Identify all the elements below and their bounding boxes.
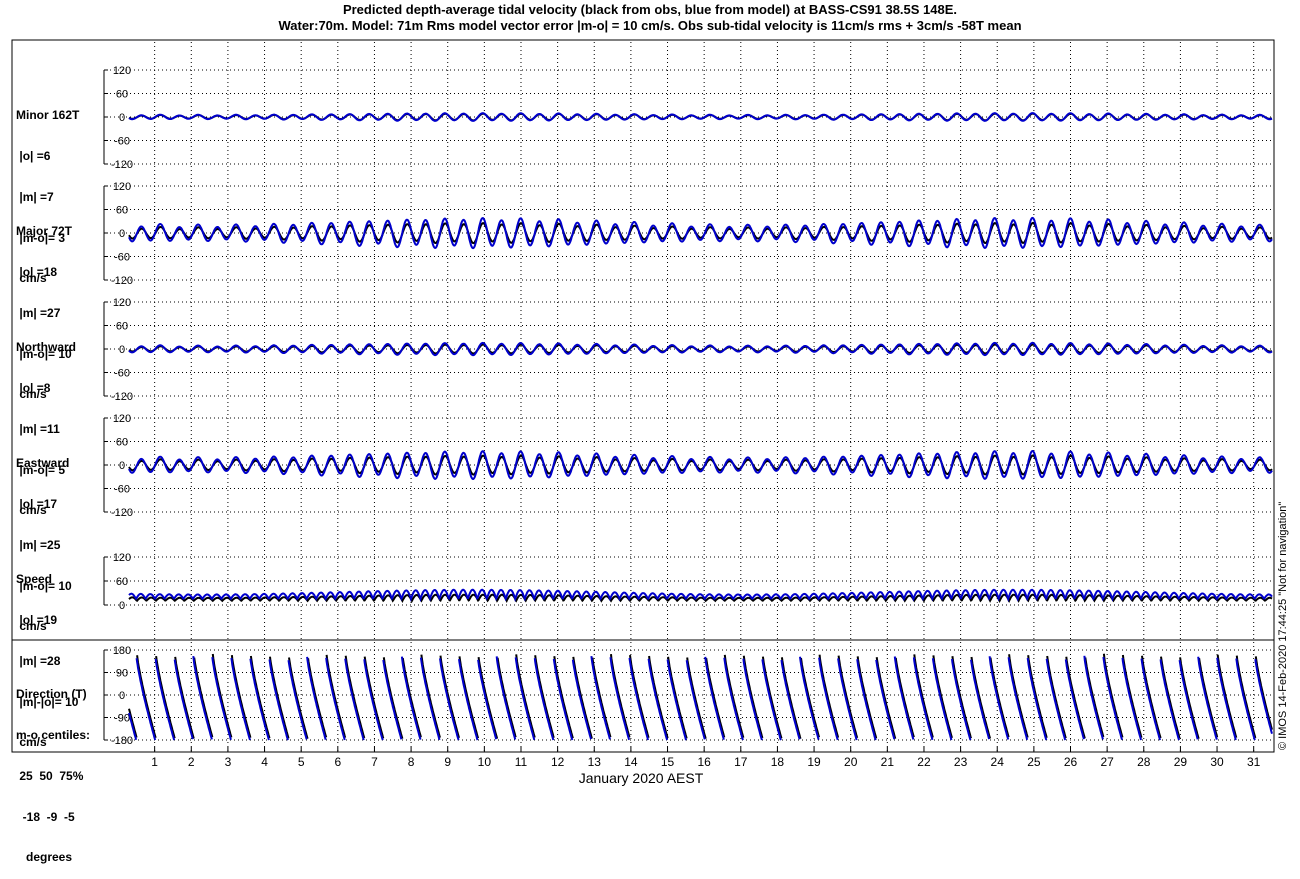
x-tick-label: 3 xyxy=(225,755,232,769)
copyright-notice: © IMOS 14-Feb-2020 17:44:25 "Not for nav… xyxy=(1277,501,1289,750)
y-tick-label: -60 xyxy=(114,252,130,264)
x-tick-label: 28 xyxy=(1137,755,1151,769)
x-tick-label: 29 xyxy=(1174,755,1188,769)
x-axis-label: January 2020 AEST xyxy=(579,770,704,786)
x-tick-label: 19 xyxy=(807,755,821,769)
x-tick-label: 18 xyxy=(771,755,785,769)
y-tick-label: 60 xyxy=(116,437,128,449)
y-tick-label: 120 xyxy=(113,413,131,425)
x-tick-label: 24 xyxy=(991,755,1005,769)
y-tick-label: 120 xyxy=(113,552,131,564)
stats-direction-line: Direction (T) xyxy=(16,687,87,702)
x-tick-label: 14 xyxy=(624,755,638,769)
x-tick-label: 21 xyxy=(881,755,895,769)
y-tick-label: 0 xyxy=(119,228,125,240)
subplot-2: -120 -60 0 60 120 xyxy=(103,181,1273,287)
x-tick-label: 9 xyxy=(444,755,451,769)
y-tick-label: 0 xyxy=(119,600,125,612)
stats-speed-line: |o| =19 xyxy=(16,612,58,627)
stats-speed-line: Speed xyxy=(16,572,53,587)
series-model-line xyxy=(128,655,1273,741)
tidal-velocity-chart: 1 2 3 4 5 6 7 8 9 10 11 12 13 14 15 16 17 18 19 20 21 22 23 24 2… xyxy=(11,39,1275,786)
y-tick-label: 0 xyxy=(119,112,125,124)
y-tick-label: 120 xyxy=(113,181,131,193)
x-tick-label: 27 xyxy=(1100,755,1114,769)
x-tick-label: 31 xyxy=(1247,755,1261,769)
x-tick-label: 16 xyxy=(697,755,711,769)
x-tick-label: 26 xyxy=(1064,755,1078,769)
stats-east-line: |o| =17 xyxy=(16,496,58,511)
y-tick-label: 120 xyxy=(113,65,131,77)
y-tick-label: 120 xyxy=(113,297,131,309)
subplot-4: -120 -60 0 60 120 xyxy=(103,413,1273,519)
x-tick-label: 11 xyxy=(515,755,528,769)
y-tick-label: 0 xyxy=(119,344,125,356)
y-tick-label: 60 xyxy=(116,321,128,333)
y-tick-label: -60 xyxy=(114,484,130,496)
subplot-6: -180 -90 0 90 180 xyxy=(103,645,1273,747)
subplot-1: -120 -60 0 60 120 xyxy=(103,65,1273,171)
x-tick-label: 7 xyxy=(371,755,378,769)
series-obs-line xyxy=(128,593,1273,604)
x-tick-label: 15 xyxy=(661,755,675,769)
x-tick-label: 8 xyxy=(408,755,415,769)
y-tick-label: 60 xyxy=(116,89,128,101)
stats-direction-line: -18 -9 -5 xyxy=(16,809,75,824)
stats-direction: Direction (T) m-o centiles: 25 50 75% -1… xyxy=(16,661,90,879)
y-tick-label: 0 xyxy=(119,690,125,702)
x-tick-label: 25 xyxy=(1027,755,1041,769)
stats-direction-line: 25 50 75% xyxy=(16,768,84,783)
x-tick-label: 1 xyxy=(151,755,158,769)
x-tick-label: 17 xyxy=(734,755,748,769)
stats-major-line: Major 72T xyxy=(16,224,73,239)
series-model-line xyxy=(128,341,1273,357)
x-tick-label: 10 xyxy=(478,755,492,769)
y-tick-label: -120 xyxy=(111,275,133,287)
x-tick-label: 6 xyxy=(334,755,341,769)
stats-direction-line: degrees xyxy=(16,850,73,865)
stats-major-line: |o| =18 xyxy=(16,264,58,279)
series-model-line xyxy=(128,112,1273,122)
x-tick-label: 2 xyxy=(188,755,195,769)
y-tick-label: -120 xyxy=(111,159,133,171)
y-tick-label: 60 xyxy=(116,205,128,217)
y-tick-label: 90 xyxy=(116,668,128,680)
stats-direction-line: m-o centiles: xyxy=(16,727,91,742)
subplot-3: -120 -60 0 60 120 xyxy=(103,297,1273,403)
series-model-line xyxy=(128,449,1273,480)
y-tick-label: -180 xyxy=(111,735,133,747)
x-tick-label: 20 xyxy=(844,755,858,769)
y-tick-label: 60 xyxy=(116,576,128,588)
stats-east-line: Eastward xyxy=(16,456,70,471)
series-model-line xyxy=(128,216,1273,250)
x-tick-label: 30 xyxy=(1210,755,1224,769)
y-tick-label: -60 xyxy=(114,368,130,380)
y-tick-label: -120 xyxy=(111,507,133,519)
y-tick-label: -90 xyxy=(114,713,130,725)
stats-north-line: Northward xyxy=(16,340,76,355)
stats-minor-line: Minor 162T xyxy=(16,108,80,123)
stats-north-line: |o| =8 xyxy=(16,380,51,395)
y-tick-label: -120 xyxy=(111,391,133,403)
subplot-5: 0 60 120 xyxy=(103,552,1273,612)
y-tick-label: -60 xyxy=(114,136,130,148)
y-tick-label: 180 xyxy=(113,645,131,657)
x-tick-label: 5 xyxy=(298,755,305,769)
x-tick-label: 22 xyxy=(917,755,931,769)
x-tick-label: 13 xyxy=(588,755,602,769)
stats-minor-line: |o| =6 xyxy=(16,148,51,163)
x-tick-label: 12 xyxy=(551,755,565,769)
x-tick-label: 23 xyxy=(954,755,968,769)
x-tick-label: 4 xyxy=(261,755,268,769)
y-tick-label: 0 xyxy=(119,460,125,472)
